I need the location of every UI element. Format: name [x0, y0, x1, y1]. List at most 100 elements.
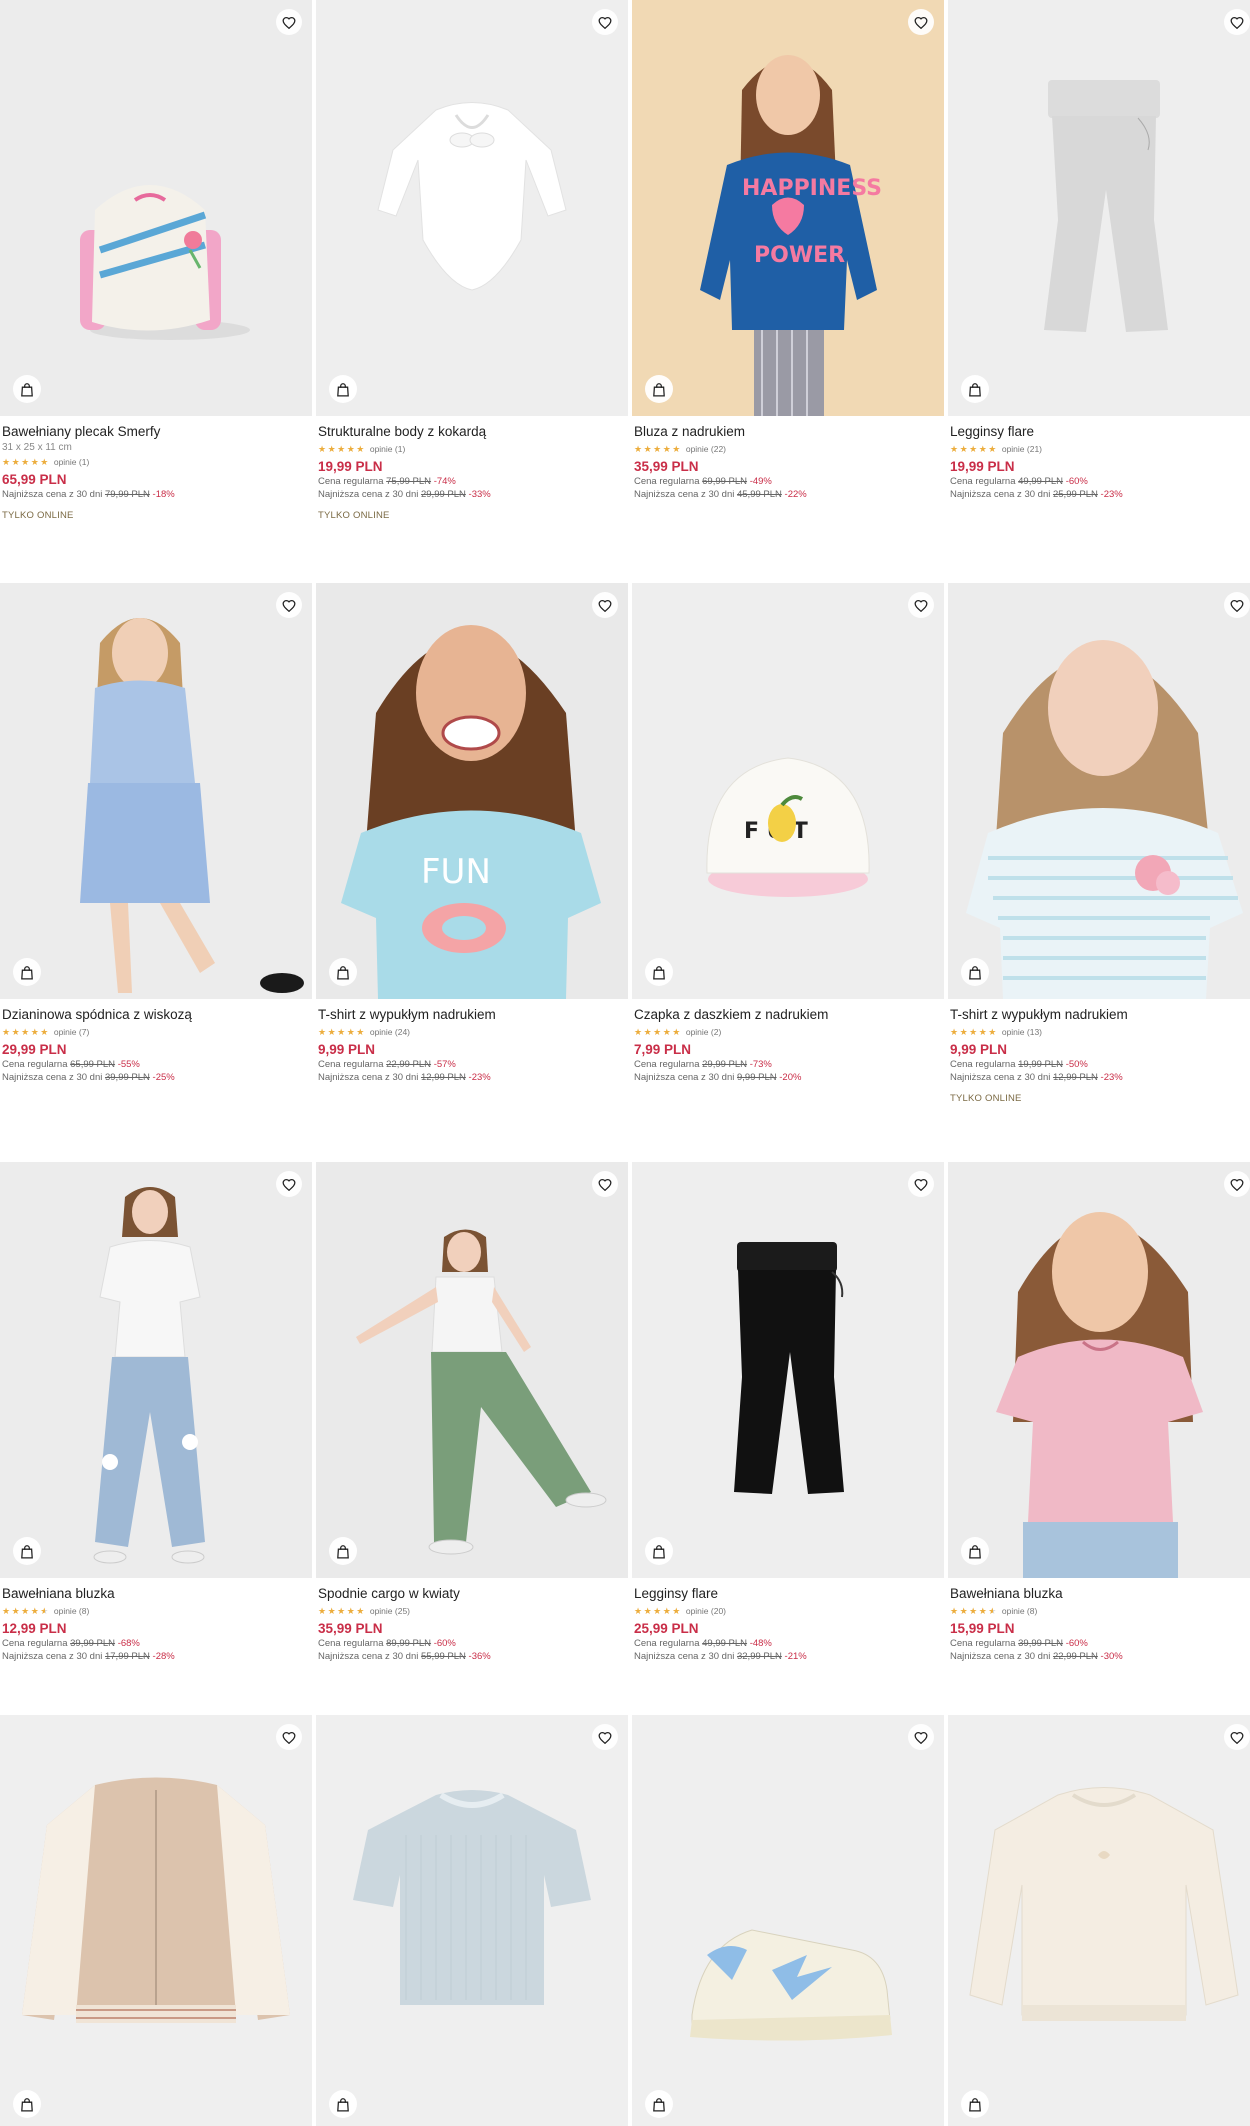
product-card[interactable]: Strukturalne body z kokardą ★★★★★ opinie…: [316, 0, 628, 521]
product-name[interactable]: Bawełniany plecak Smerfy: [2, 423, 310, 440]
product-image[interactable]: [316, 1715, 628, 2126]
wishlist-heart-icon[interactable]: [592, 1724, 618, 1750]
wishlist-heart-icon[interactable]: [276, 9, 302, 35]
product-name[interactable]: Czapka z daszkiem z nadrukiem: [634, 1006, 942, 1023]
wishlist-heart-icon[interactable]: [1224, 9, 1250, 35]
add-to-cart-bag-icon[interactable]: [13, 375, 41, 403]
regular-price: 49,99 PLN: [1018, 476, 1064, 487]
current-price: 7,99 PLN: [634, 1042, 692, 1057]
wishlist-heart-icon[interactable]: [1224, 1724, 1250, 1750]
wishlist-heart-icon[interactable]: [1224, 1171, 1250, 1197]
product-image[interactable]: [632, 1715, 944, 2126]
review-count[interactable]: opinie (8): [1002, 1606, 1037, 1616]
wishlist-heart-icon[interactable]: [592, 1171, 618, 1197]
review-count[interactable]: opinie (1): [370, 444, 405, 454]
wishlist-heart-icon[interactable]: [908, 592, 934, 618]
current-price: 35,99 PLN: [318, 1621, 383, 1636]
product-card[interactable]: Dzianinowa spódnica z wiskozą ★★★★★ opin…: [0, 583, 312, 1083]
product-image[interactable]: [948, 1162, 1250, 1578]
review-count[interactable]: opinie (2): [686, 1027, 721, 1037]
add-to-cart-bag-icon[interactable]: [961, 958, 989, 986]
product-image[interactable]: [316, 0, 628, 416]
add-to-cart-bag-icon[interactable]: [645, 958, 673, 986]
add-to-cart-bag-icon[interactable]: [961, 375, 989, 403]
add-to-cart-bag-icon[interactable]: [13, 958, 41, 986]
product-image[interactable]: [316, 1162, 628, 1578]
review-count[interactable]: opinie (21): [1002, 444, 1042, 454]
review-count[interactable]: opinie (20): [686, 1606, 726, 1616]
wishlist-heart-icon[interactable]: [276, 1724, 302, 1750]
product-card[interactable]: [0, 1715, 312, 2126]
add-to-cart-bag-icon[interactable]: [645, 375, 673, 403]
product-image[interactable]: FUN: [316, 583, 628, 999]
add-to-cart-bag-icon[interactable]: [329, 375, 357, 403]
product-card[interactable]: Bawełniana bluzka ★★★★★ opinie (8) 12,99…: [0, 1162, 312, 1662]
review-count[interactable]: opinie (7): [54, 1027, 89, 1037]
product-image[interactable]: [0, 0, 312, 416]
product-name[interactable]: Bluza z nadrukiem: [634, 423, 942, 440]
current-price: 25,99 PLN: [634, 1621, 699, 1636]
product-card[interactable]: Legginsy flare ★★★★★ opinie (21) 19,99 P…: [948, 0, 1250, 500]
product-image[interactable]: [0, 1162, 312, 1578]
product-image[interactable]: [0, 583, 312, 999]
wishlist-heart-icon[interactable]: [592, 592, 618, 618]
product-card[interactable]: F UIT Czapka z daszkiem z nadrukiem ★★★★…: [632, 583, 944, 1083]
add-to-cart-bag-icon[interactable]: [329, 2090, 357, 2118]
product-card[interactable]: Bawełniana bluzka ★★★★★ opinie (8) 15,99…: [948, 1162, 1250, 1662]
review-count[interactable]: opinie (13): [1002, 1027, 1042, 1037]
add-to-cart-bag-icon[interactable]: [961, 1537, 989, 1565]
product-card[interactable]: Bawełniany plecak Smerfy 31 x 25 x 11 cm …: [0, 0, 312, 521]
product-image[interactable]: [632, 1162, 944, 1578]
product-card[interactable]: [316, 1715, 628, 2126]
product-image[interactable]: HAPPINESS POWER: [632, 0, 944, 416]
product-name[interactable]: Legginsy flare: [634, 1585, 942, 1602]
product-name[interactable]: Dzianinowa spódnica z wiskozą: [2, 1006, 310, 1023]
wishlist-heart-icon[interactable]: [276, 1171, 302, 1197]
lowest-price-label: Najniższa cena z 30 dni: [634, 1072, 735, 1083]
product-card[interactable]: HAPPINESS POWER Bluza z nadrukiem ★★★★★ …: [632, 0, 944, 500]
product-rating: ★★★★★ opinie (2): [634, 1026, 942, 1037]
wishlist-heart-icon[interactable]: [592, 9, 618, 35]
product-card[interactable]: [948, 1715, 1250, 2126]
product-name[interactable]: T-shirt z wypukłym nadrukiem: [950, 1006, 1250, 1023]
product-name[interactable]: Spodnie cargo w kwiaty: [318, 1585, 626, 1602]
product-name[interactable]: Bawełniana bluzka: [2, 1585, 310, 1602]
add-to-cart-bag-icon[interactable]: [13, 2090, 41, 2118]
product-image[interactable]: [948, 583, 1250, 999]
regular-discount: -49%: [749, 476, 772, 487]
add-to-cart-bag-icon[interactable]: [645, 1537, 673, 1565]
add-to-cart-bag-icon[interactable]: [645, 2090, 673, 2118]
product-name[interactable]: T-shirt z wypukłym nadrukiem: [318, 1006, 626, 1023]
wishlist-heart-icon[interactable]: [908, 1724, 934, 1750]
wishlist-heart-icon[interactable]: [908, 1171, 934, 1197]
product-name[interactable]: Legginsy flare: [950, 423, 1250, 440]
product-image[interactable]: F UIT: [632, 583, 944, 999]
product-image[interactable]: [948, 0, 1250, 416]
add-to-cart-bag-icon[interactable]: [329, 1537, 357, 1565]
rating-stars-icon: ★★★★★: [634, 1026, 682, 1037]
add-to-cart-bag-icon[interactable]: [329, 958, 357, 986]
wishlist-heart-icon[interactable]: [908, 9, 934, 35]
lowest-price: 45,99 PLN: [736, 489, 782, 500]
wishlist-heart-icon[interactable]: [1224, 592, 1250, 618]
product-image[interactable]: [948, 1715, 1250, 2126]
product-card[interactable]: [632, 1715, 944, 2126]
add-to-cart-bag-icon[interactable]: [961, 2090, 989, 2118]
lowest-discount: -23%: [1100, 1072, 1123, 1083]
product-name[interactable]: Strukturalne body z kokardą: [318, 423, 626, 440]
product-card[interactable]: Legginsy flare ★★★★★ opinie (20) 25,99 P…: [632, 1162, 944, 1662]
product-card[interactable]: Spodnie cargo w kwiaty ★★★★★ opinie (25)…: [316, 1162, 628, 1662]
product-name[interactable]: Bawełniana bluzka: [950, 1585, 1250, 1602]
add-to-cart-bag-icon[interactable]: [13, 1537, 41, 1565]
review-count[interactable]: opinie (1): [54, 457, 89, 467]
review-count[interactable]: opinie (8): [54, 1606, 89, 1616]
lowest-price-line: Najniższa cena z 30 dni 79,99 PLN -18%: [2, 489, 310, 500]
review-count[interactable]: opinie (25): [370, 1606, 410, 1616]
rating-stars-icon: ★★★★★: [2, 1605, 50, 1616]
review-count[interactable]: opinie (24): [370, 1027, 410, 1037]
product-image[interactable]: [0, 1715, 312, 2126]
wishlist-heart-icon[interactable]: [276, 592, 302, 618]
product-card[interactable]: T-shirt z wypukłym nadrukiem ★★★★★ opini…: [948, 583, 1250, 1104]
product-card[interactable]: FUN T-shirt z wypukłym nadrukiem ★★★★★ o…: [316, 583, 628, 1083]
review-count[interactable]: opinie (22): [686, 444, 726, 454]
